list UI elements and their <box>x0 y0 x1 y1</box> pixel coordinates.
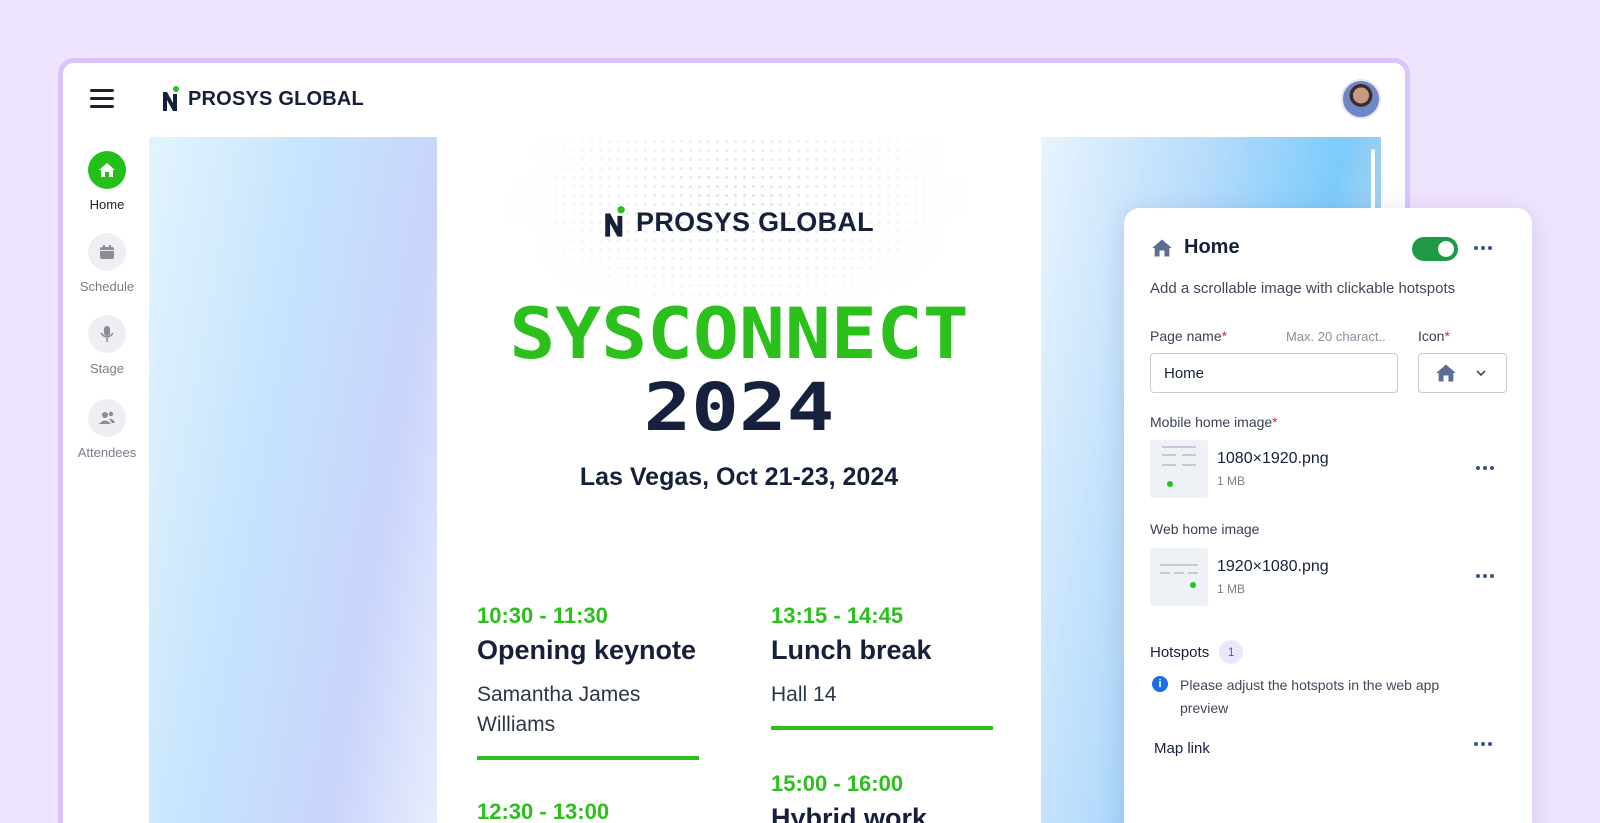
hotspots-label: Hotspots <box>1150 643 1210 661</box>
session-time: 15:00 - 16:00 <box>771 771 904 796</box>
session-name: Lunch break <box>771 635 932 665</box>
file-name: 1080×1920.png <box>1217 450 1329 467</box>
brand-logo: PROSYS GLOBAL <box>162 86 364 112</box>
required-marker: * <box>1221 328 1228 344</box>
session-item: 13:15 - 14:45 Lunch break Hall 14 <box>771 603 1001 730</box>
home-image-poster[interactable]: PROSYS GLOBAL SYSCONNECT 2024 Las Vegas,… <box>437 137 1041 823</box>
page-name-label: Page name* <box>1150 328 1227 344</box>
page-name-hint: Max. 20 charact.. <box>1286 329 1386 344</box>
info-text: Please adjust the hotspots in the web ap… <box>1180 677 1440 716</box>
microphone-icon <box>88 315 126 353</box>
people-icon <box>88 399 126 437</box>
session-detail: Hall 14 <box>771 680 1001 710</box>
chevron-down-icon <box>1476 370 1486 377</box>
session-time: 13:15 - 14:45 <box>771 603 904 628</box>
event-year: 2024 <box>643 369 835 446</box>
page-name-field[interactable] <box>1150 353 1398 393</box>
mobile-image-label: Mobile home image* <box>1150 414 1278 430</box>
file-more-options-icon[interactable] <box>1472 570 1498 582</box>
session-detail-line: Samantha James <box>477 683 641 706</box>
web-image-file: 1920×1080.png 1 MB <box>1150 548 1510 606</box>
info-icon: i <box>1152 676 1168 692</box>
icon-label-text: Icon <box>1418 328 1445 344</box>
top-bar: PROSYS GLOBAL <box>63 63 1405 137</box>
prosys-logo-icon <box>605 206 625 237</box>
session-item: 12:30 - 13:00 <box>477 799 707 823</box>
sidebar-item-schedule[interactable]: Schedule <box>63 233 151 294</box>
hotspots-section: Hotspots 1 <box>1150 640 1244 664</box>
mobile-image-file: 1080×1920.png 1 MB <box>1150 440 1510 498</box>
toggle-knob <box>1438 241 1454 257</box>
sidebar-item-label: Home <box>89 197 125 212</box>
page-name-label-text: Page name <box>1150 328 1222 344</box>
page-settings-panel: Home Add a scrollable image with clickab… <box>1124 208 1532 823</box>
session-item: 15:00 - 16:00 Hybrid work <box>771 771 1001 823</box>
event-title: SYSCONNECT <box>509 293 969 375</box>
sidebar-item-stage[interactable]: Stage <box>63 315 151 376</box>
map-link-label[interactable]: Map link <box>1154 740 1210 757</box>
poster-brand: PROSYS GLOBAL <box>437 205 1041 239</box>
user-avatar[interactable] <box>1341 79 1381 119</box>
sidebar: Home Schedule Stage Attendees <box>63 137 151 823</box>
calendar-icon <box>88 233 126 271</box>
hotspots-info: i Please adjust the hotspots in the web … <box>1152 674 1472 720</box>
panel-description: Add a scrollable image with clickable ho… <box>1150 280 1456 297</box>
sidebar-item-attendees[interactable]: Attendees <box>63 399 151 460</box>
session-detail: Samantha James Williams <box>477 680 707 740</box>
web-image-label: Web home image <box>1150 521 1260 537</box>
panel-header: Home <box>1150 236 1240 259</box>
prosys-logo-icon <box>163 86 179 111</box>
panel-more-options-icon[interactable] <box>1470 242 1496 254</box>
mobile-image-label-text: Mobile home image <box>1150 414 1273 430</box>
sidebar-item-home[interactable]: Home <box>63 151 151 212</box>
session-detail-line: Williams <box>477 713 556 736</box>
required-marker: * <box>1444 328 1450 344</box>
hamburger-icon[interactable] <box>90 89 114 109</box>
icon-label: Icon* <box>1418 328 1450 344</box>
file-name: 1920×1080.png <box>1217 558 1329 575</box>
file-size: 1 MB <box>1217 582 1246 596</box>
page-visibility-toggle[interactable] <box>1412 237 1458 261</box>
poster-brand-name: PROSYS GLOBAL <box>636 206 874 237</box>
file-thumbnail[interactable] <box>1150 440 1208 498</box>
session-detail-line: Hall 14 <box>771 683 837 706</box>
session-item: 10:30 - 11:30 Opening keynote Samantha J… <box>477 603 707 760</box>
panel-title: Home <box>1184 236 1240 258</box>
session-name: Opening keynote <box>477 635 697 665</box>
session-name: Hybrid work <box>771 803 928 823</box>
home-icon <box>88 151 126 189</box>
home-icon <box>1436 364 1456 382</box>
sidebar-item-label: Schedule <box>79 279 135 294</box>
file-thumbnail[interactable] <box>1150 548 1208 606</box>
hotspots-count-badge: 1 <box>1219 640 1244 664</box>
icon-select[interactable] <box>1418 353 1507 393</box>
required-marker: * <box>1272 414 1278 430</box>
sidebar-item-label: Stage <box>90 361 124 376</box>
file-more-options-icon[interactable] <box>1472 462 1498 474</box>
map-link-more-options-icon[interactable] <box>1470 738 1496 750</box>
sidebar-item-label: Attendees <box>77 445 137 460</box>
session-divider <box>771 726 993 730</box>
brand-name: PROSYS GLOBAL <box>188 87 364 110</box>
file-size: 1 MB <box>1217 474 1246 488</box>
session-time: 10:30 - 11:30 <box>477 603 608 628</box>
session-time: 12:30 - 13:00 <box>477 799 610 823</box>
session-divider <box>477 756 699 760</box>
home-icon <box>1152 238 1172 257</box>
event-place: Las Vegas, Oct 21-23, 2024 <box>579 463 899 491</box>
